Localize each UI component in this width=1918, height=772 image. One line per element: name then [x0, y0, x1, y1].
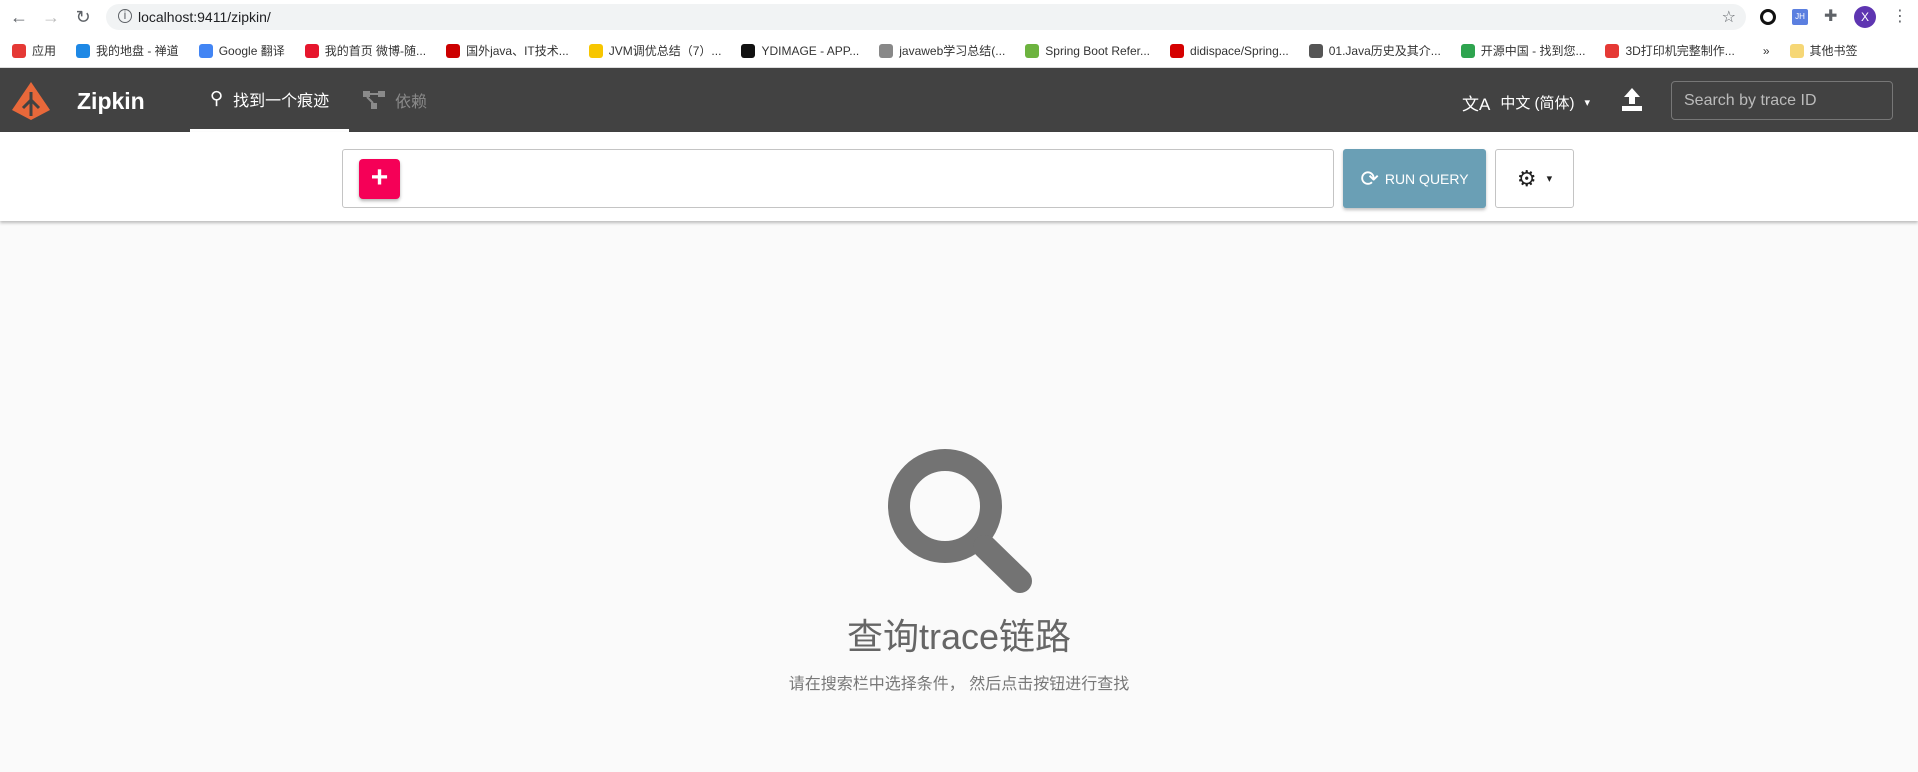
bookmark-item[interactable]: didispace/Spring... — [1170, 43, 1289, 58]
bookmark-label: didispace/Spring... — [1190, 43, 1289, 58]
run-query-button[interactable]: ⟳ RUN QUERY — [1343, 149, 1486, 208]
bookmark-label: 我的首页 微博-随... — [324, 44, 427, 58]
bookmark-item[interactable]: javaweb学习总结(... — [879, 42, 1005, 59]
bookmark-icon — [879, 43, 894, 58]
bookmark-item[interactable]: Spring Boot Refer... — [1025, 43, 1151, 58]
bookmark-item[interactable]: 3D打印机完整制作... — [1605, 42, 1735, 59]
query-criteria-input[interactable]: + — [342, 149, 1334, 208]
bookmark-label: 01.Java历史及其介... — [1328, 44, 1441, 58]
bookmark-icon — [588, 43, 603, 58]
settings-button[interactable]: ⚙ ▾ — [1495, 149, 1574, 208]
menu-icon[interactable]: ⋮ — [1892, 6, 1908, 26]
bookmark-icon — [1025, 43, 1040, 58]
bookmark-label: JVM调优总结（7）... — [608, 44, 722, 58]
extension-circle-icon[interactable] — [1760, 9, 1776, 25]
chevron-down-icon: ▾ — [1584, 97, 1591, 109]
reload-icon[interactable]: ↻ — [72, 6, 94, 28]
extension-jh-icon[interactable]: JH — [1792, 9, 1808, 25]
bookmark-icon — [1170, 43, 1185, 58]
bookmark-item[interactable]: 01.Java历史及其介... — [1308, 42, 1441, 59]
query-bar: + ⟳ RUN QUERY ⚙ ▾ — [0, 132, 1918, 221]
forward-icon[interactable]: → — [40, 6, 62, 28]
refresh-icon: ⟳ — [1360, 165, 1379, 191]
bookmark-item[interactable]: JVM调优总结（7）... — [588, 42, 722, 59]
bookmark-icon — [198, 43, 213, 58]
bookmark-item[interactable]: 开源中国 - 找到您... — [1460, 42, 1586, 59]
bookmark-label: 开源中国 - 找到您... — [1480, 44, 1586, 58]
run-query-label: RUN QUERY — [1384, 170, 1469, 187]
bookmark-icon — [76, 43, 91, 58]
bookmark-item[interactable]: 我的地盘 - 禅道 — [76, 42, 179, 59]
bookmark-icon — [446, 43, 461, 58]
app-header: Zipkin ⚲ 找到一个痕迹 依赖 文A 中文 (简体) ▾ Search b… — [0, 68, 1918, 132]
bookmark-item[interactable]: YDIMAGE - APP... — [741, 43, 860, 58]
zipkin-logo-icon[interactable] — [10, 80, 52, 122]
bookmark-label: Spring Boot Refer... — [1045, 43, 1151, 58]
bookmark-icon — [1460, 43, 1475, 58]
bookmark-icon — [304, 43, 319, 58]
dependencies-icon — [363, 91, 385, 109]
empty-state-title: 查询trace链路 — [846, 616, 1072, 657]
upload-icon[interactable] — [1620, 86, 1644, 112]
tab-find-trace[interactable]: ⚲ 找到一个痕迹 — [190, 68, 349, 132]
bookmark-icon — [12, 43, 26, 58]
extensions-puzzle-icon[interactable]: ✚ — [1824, 6, 1837, 26]
bookmark-icon — [1605, 43, 1620, 58]
empty-state-subtitle: 请在搜索栏中选择条件， 然后点击按钮进行查找 — [788, 676, 1130, 693]
bookmark-item[interactable]: 我的首页 微博-随... — [304, 42, 427, 59]
more-bookmarks-button[interactable]: » — [1763, 44, 1770, 58]
bookmark-label: Google 翻译 — [218, 44, 285, 58]
browser-toolbar: ← → ↻ i ☆ localhost:9411/zipkin/ JH ✚ X … — [0, 0, 1918, 34]
address-bar[interactable]: i ☆ — [106, 4, 1746, 30]
bookmark-item[interactable]: 应用 — [12, 42, 56, 59]
bookmark-icon — [1308, 43, 1323, 58]
url-text: localhost:9411/zipkin/ — [138, 9, 271, 25]
language-label: 中文 (简体) — [1500, 95, 1575, 112]
gear-icon: ⚙ — [1516, 165, 1537, 191]
trace-id-search-input[interactable]: Search by trace ID — [1671, 81, 1893, 120]
bookmark-item[interactable]: 国外java、IT技术... — [446, 42, 569, 59]
add-criteria-button[interactable]: + — [359, 159, 400, 199]
tab-dependencies[interactable]: 依赖 — [363, 68, 427, 132]
bookmark-label: 3D打印机完整制作... — [1625, 44, 1735, 58]
folder-icon — [1789, 43, 1804, 58]
bookmark-icon — [741, 43, 756, 58]
bookmark-label: 国外java、IT技术... — [466, 44, 569, 58]
tab-label: 找到一个痕迹 — [233, 92, 330, 110]
bookmark-label: 我的地盘 - 禅道 — [96, 44, 179, 58]
search-large-icon — [888, 449, 1032, 593]
bookmarks-bar: 应用 我的地盘 - 禅道 Google 翻译 我的首页 微博-随... 国外java、I… — [0, 34, 1918, 68]
tab-label: 依赖 — [395, 94, 428, 111]
translate-icon: 文A — [1462, 95, 1491, 114]
other-bookmarks-folder[interactable]: 其他书签 — [1789, 42, 1858, 59]
brand-name[interactable]: Zipkin — [77, 88, 145, 115]
star-icon[interactable]: ☆ — [1722, 7, 1736, 27]
bookmark-item[interactable]: Google 翻译 — [198, 42, 285, 59]
back-icon[interactable]: ← — [8, 6, 30, 28]
language-selector[interactable]: 文A 中文 (简体) ▾ — [1462, 90, 1590, 115]
bookmark-label: javaweb学习总结(... — [899, 44, 1006, 58]
bookmark-label: YDIMAGE - APP... — [761, 43, 860, 58]
folder-label: 其他书签 — [1809, 44, 1858, 58]
chevron-down-icon: ▾ — [1546, 173, 1553, 185]
bookmark-label: 应用 — [32, 44, 57, 58]
info-icon[interactable]: i — [118, 9, 132, 23]
search-icon: ⚲ — [209, 88, 224, 108]
profile-avatar[interactable]: X — [1854, 6, 1876, 28]
